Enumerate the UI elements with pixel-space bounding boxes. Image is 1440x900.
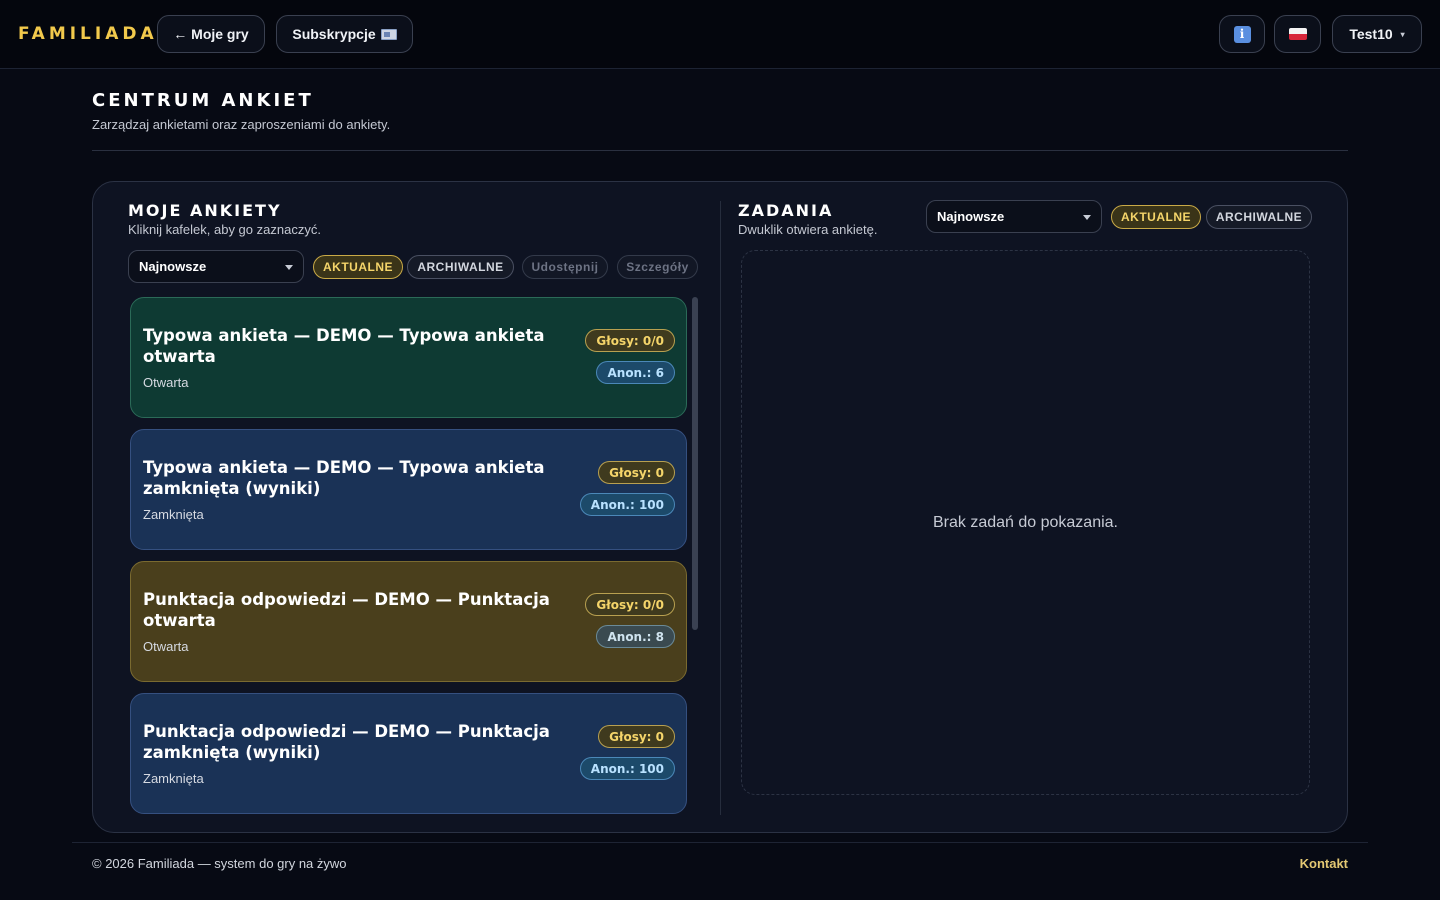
tasks-filter-archived[interactable]: ARCHIWALNE (1206, 205, 1312, 229)
info-icon: i (1233, 25, 1251, 43)
poll-card[interactable]: Typowa ankieta — DEMO — Typowa ankieta o… (130, 297, 687, 418)
poll-card-status: Otwarta (143, 639, 189, 654)
polls-list-scrollbar[interactable] (692, 297, 698, 630)
my-polls-subtitle: Kliknij kafelek, aby go zaznaczyć. (128, 222, 321, 237)
panel-divider (720, 201, 721, 815)
poll-card-title: Punktacja odpowiedzi — DEMO — Punktacja … (143, 722, 550, 762)
poll-card[interactable]: Typowa ankieta — DEMO — Typowa ankieta z… (130, 429, 687, 550)
my-polls-filter-archived[interactable]: ARCHIWALNE (407, 255, 514, 279)
votes-badge: Głosy: 0 (598, 725, 675, 748)
tasks-empty-text: Brak zadań do pokazania. (932, 513, 1118, 531)
chevron-down-icon: ▾ (1400, 29, 1405, 39)
anon-badge: Anon.: 100 (579, 757, 675, 780)
mailbox-icon (380, 28, 397, 40)
votes-badge: Głosy: 0 (598, 461, 675, 484)
poll-card-title: Punktacja odpowiedzi — DEMO — Punktacja … (143, 590, 550, 630)
my-polls-title: MOJE ANKIETY (128, 201, 282, 220)
footer-divider (72, 842, 1368, 843)
tasks-subtitle: Dwuklik otwiera ankietę. (738, 222, 878, 237)
anon-badge: Anon.: 100 (579, 493, 675, 516)
polish-flag-icon (1288, 28, 1307, 40)
my-games-button[interactable]: ← Moje gry (157, 15, 265, 53)
my-polls-sort-value: Najnowsze (139, 259, 207, 274)
poll-card-title: Typowa ankieta — DEMO — Typowa ankieta z… (143, 458, 545, 498)
top-bar: FAMILIADA ← Moje gry Subskrypcje i Test1… (0, 0, 1440, 69)
subscriptions-label: Subskrypcje (292, 26, 376, 42)
anon-badge: Anon.: 8 (596, 625, 675, 648)
tasks-empty-state: Brak zadań do pokazania. (741, 250, 1310, 795)
votes-badge: Głosy: 0/0 (585, 593, 675, 616)
page-subtitle: Zarządzaj ankietami oraz zaproszeniami d… (92, 117, 391, 132)
votes-badge: Głosy: 0/0 (585, 329, 675, 352)
username-label: Test10 (1349, 26, 1393, 42)
tasks-title: ZADANIA (738, 201, 834, 220)
poll-card-status: Zamknięta (143, 771, 204, 786)
footer-copyright: © 2026 Familiada — system do gry na żywo (92, 856, 347, 871)
details-button[interactable]: Szczegóły (617, 255, 698, 279)
info-button[interactable]: i (1219, 15, 1265, 53)
chevron-down-icon (285, 265, 293, 270)
anon-badge: Anon.: 6 (596, 361, 675, 384)
tasks-sort-select[interactable]: Najnowsze (926, 200, 1102, 233)
user-menu-button[interactable]: Test10 ▾ (1332, 15, 1422, 53)
app-logo[interactable]: FAMILIADA (18, 24, 158, 44)
my-polls-filter-current[interactable]: AKTUALNE (313, 255, 403, 279)
language-button[interactable] (1274, 15, 1321, 53)
poll-card-status: Zamknięta (143, 507, 204, 522)
header-divider (92, 150, 1348, 151)
poll-card-title: Typowa ankieta — DEMO — Typowa ankieta o… (143, 326, 545, 366)
tasks-sort-value: Najnowsze (937, 209, 1005, 224)
my-polls-sort-select[interactable]: Najnowsze (128, 250, 304, 283)
poll-card[interactable]: Punktacja odpowiedzi — DEMO — Punktacja … (130, 561, 687, 682)
share-button[interactable]: Udostępnij (522, 255, 608, 279)
contact-link[interactable]: Kontakt (1300, 856, 1348, 871)
subscriptions-button[interactable]: Subskrypcje (276, 15, 413, 53)
poll-card-status: Otwarta (143, 375, 189, 390)
page-title: CENTRUM ANKIET (92, 90, 314, 111)
chevron-down-icon (1083, 215, 1091, 220)
poll-card[interactable]: Punktacja odpowiedzi — DEMO — Punktacja … (130, 693, 687, 814)
tasks-filter-current[interactable]: AKTUALNE (1111, 205, 1201, 229)
my-games-label: ← Moje gry (173, 26, 249, 42)
